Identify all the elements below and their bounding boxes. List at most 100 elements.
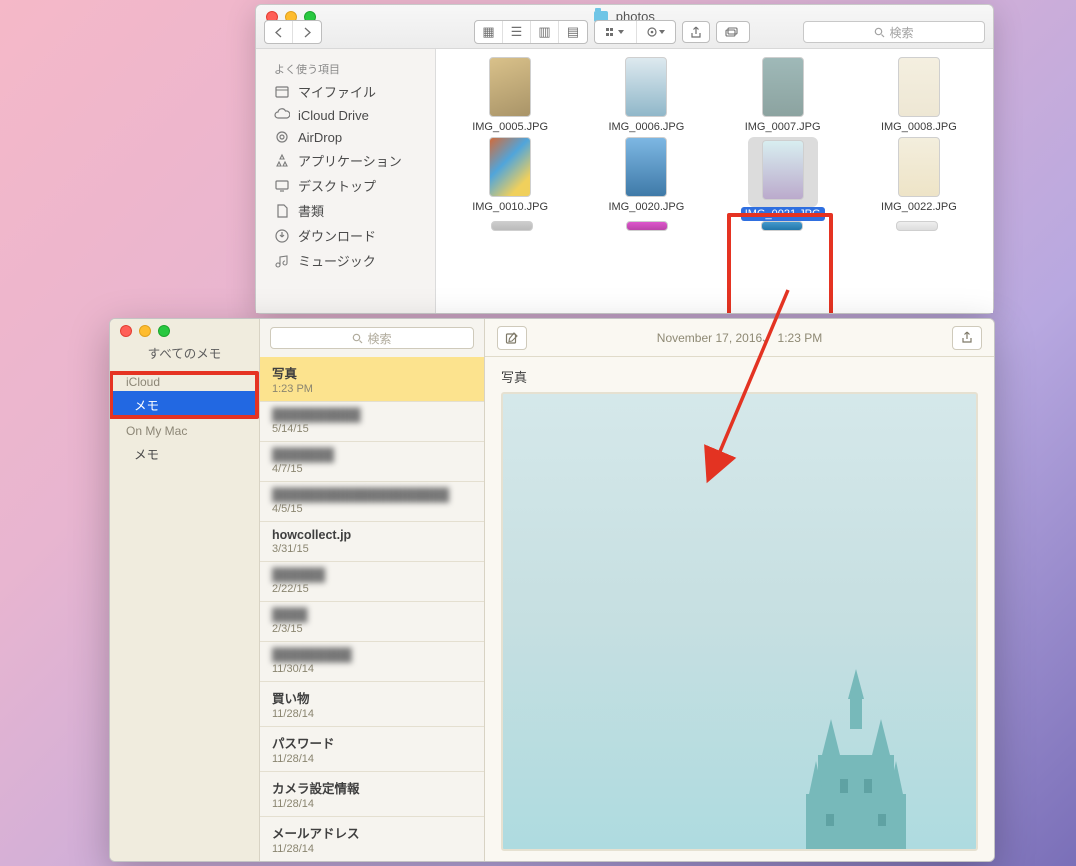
airdrop-icon — [274, 129, 290, 145]
sidebar-item[interactable]: ダウンロード — [256, 223, 435, 248]
note-row[interactable]: ██████████5/14/15 — [260, 402, 484, 442]
file-item[interactable]: IMG_0008.JPG — [853, 57, 985, 133]
downloads-icon — [274, 228, 290, 244]
note-row-title: カメラ設定情報 — [272, 778, 472, 797]
folder-item[interactable]: メモ — [110, 440, 259, 467]
music-icon — [274, 253, 290, 269]
notes-window: すべてのメモ iCloudメモOn My Macメモ 検索 写真1:23 PM█… — [109, 318, 995, 862]
sidebar-item[interactable]: ミュージック — [256, 248, 435, 273]
file-label: IMG_0021.JPG — [741, 207, 825, 221]
file-label: IMG_0010.JPG — [472, 201, 548, 213]
note-view-pane: November 17, 2016、 1:23 PM 写真 — [485, 319, 994, 861]
note-row-date: 1:23 PM — [272, 383, 472, 395]
notes-search-placeholder: 検索 — [367, 330, 391, 347]
sidebar-item[interactable]: AirDrop — [256, 126, 435, 148]
sidebar-item-label: ミュージック — [298, 251, 376, 270]
file-item[interactable]: IMG_0022.JPG — [853, 137, 985, 221]
file-item[interactable]: IMG_0021.JPG — [717, 137, 849, 221]
finder-search[interactable]: 検索 — [803, 21, 985, 43]
file-label: IMG_0022.JPG — [881, 201, 957, 213]
finder-content[interactable]: IMG_0005.JPG IMG_0006.JPG IMG_0007.JPG IMG_… — [436, 49, 993, 313]
file-item[interactable]: IMG_0005.JPG — [444, 57, 576, 133]
note-row-title: ██████ — [272, 568, 472, 582]
note-row-title: ██████████ — [272, 408, 472, 422]
file-label: IMG_0005.JPG — [472, 121, 548, 133]
note-row-title: ███████ — [272, 448, 472, 462]
sidebar-item-label: 書類 — [298, 201, 324, 220]
note-row-title: 買い物 — [272, 688, 472, 707]
search-icon — [352, 333, 363, 344]
sidebar-item[interactable]: iCloud Drive — [256, 104, 435, 126]
sidebar-item[interactable]: デスクトップ — [256, 173, 435, 198]
minimize-button[interactable] — [139, 325, 151, 337]
note-row[interactable]: ███████4/7/15 — [260, 442, 484, 482]
notes-folders-pane: すべてのメモ iCloudメモOn My Macメモ — [110, 319, 260, 861]
view-icon-button[interactable]: ▦ — [475, 21, 503, 43]
action-button[interactable] — [637, 21, 675, 43]
file-item[interactable]: IMG_0007.JPG — [717, 57, 849, 133]
note-row[interactable]: ████2/3/15 — [260, 602, 484, 642]
back-button[interactable] — [265, 21, 293, 43]
file-item[interactable]: IMG_0006.JPG — [580, 57, 712, 133]
note-row-date: 4/7/15 — [272, 463, 472, 475]
my-files-icon — [274, 84, 290, 100]
view-list-button[interactable]: ☰ — [503, 21, 531, 43]
note-row[interactable]: パスワード11/28/14 — [260, 727, 484, 772]
share-button[interactable] — [682, 21, 710, 43]
note-row[interactable]: カメラ設定情報11/28/14 — [260, 772, 484, 817]
finder-titlebar: photos ▦ ☰ ▥ ▤ — [256, 5, 993, 49]
note-row-title: █████████ — [272, 648, 472, 662]
sidebar-item[interactable]: マイファイル — [256, 79, 435, 104]
file-label: IMG_0006.JPG — [608, 121, 684, 133]
castle-illustration — [796, 669, 916, 849]
note-row-title: パスワード — [272, 733, 472, 752]
note-row-title: howcollect.jp — [272, 528, 472, 542]
file-label: IMG_0020.JPG — [608, 201, 684, 213]
note-row[interactable]: ██████2/22/15 — [260, 562, 484, 602]
note-row-date: 11/28/14 — [272, 798, 472, 810]
note-row[interactable]: howcollect.jp3/31/15 — [260, 522, 484, 562]
tags-button[interactable] — [716, 21, 750, 43]
folder-section: iCloud — [110, 369, 259, 391]
notes-list-pane: 検索 写真1:23 PM██████████5/14/15███████4/7/… — [260, 319, 485, 861]
sidebar-header: よく使う項目 — [256, 57, 435, 79]
note-row-date: 11/28/14 — [272, 708, 472, 720]
file-item[interactable]: IMG_0010.JPG — [444, 137, 576, 221]
note-row-title: 写真 — [272, 363, 472, 382]
compose-button[interactable] — [497, 326, 527, 350]
note-row-date: 2/3/15 — [272, 623, 472, 635]
all-notes-label[interactable]: すべてのメモ — [110, 343, 259, 362]
folder-section: On My Mac — [110, 418, 259, 440]
sidebar-item[interactable]: アプリケーション — [256, 148, 435, 173]
note-row[interactable]: メールアドレス11/28/14 — [260, 817, 484, 861]
share-button[interactable] — [952, 326, 982, 350]
note-row-date: 4/5/15 — [272, 503, 472, 515]
file-item[interactable]: IMG_0020.JPG — [580, 137, 712, 221]
note-row[interactable]: █████████11/30/14 — [260, 642, 484, 682]
sidebar-item[interactable]: 書類 — [256, 198, 435, 223]
notes-search[interactable]: 検索 — [270, 327, 474, 349]
folder-item[interactable]: メモ — [110, 391, 259, 418]
note-date: November 17, 2016、 1:23 PM — [657, 329, 822, 346]
sidebar-item-label: マイファイル — [298, 82, 376, 101]
icloud-icon — [274, 107, 290, 123]
finder-sidebar: よく使う項目 マイファイル iCloud DriveAirDropアプリケーション… — [256, 49, 436, 313]
note-row[interactable]: 買い物11/28/14 — [260, 682, 484, 727]
view-column-button[interactable]: ▥ — [531, 21, 559, 43]
note-row-title: メールアドレス — [272, 823, 472, 842]
zoom-button[interactable] — [158, 325, 170, 337]
note-row[interactable]: 写真1:23 PM — [260, 357, 484, 402]
arrange-button[interactable] — [595, 21, 637, 43]
applications-icon — [274, 153, 290, 169]
note-row[interactable]: ████████████████████4/5/15 — [260, 482, 484, 522]
note-attached-photo[interactable] — [501, 392, 978, 851]
documents-icon — [274, 203, 290, 219]
desktop-icon — [274, 178, 290, 194]
forward-button[interactable] — [293, 21, 321, 43]
note-row-date: 2/22/15 — [272, 583, 472, 595]
note-title: 写真 — [501, 367, 978, 386]
close-button[interactable] — [120, 325, 132, 337]
file-label: IMG_0007.JPG — [745, 121, 821, 133]
finder-window: photos ▦ ☰ ▥ ▤ — [255, 4, 994, 314]
view-coverflow-button[interactable]: ▤ — [559, 21, 587, 43]
